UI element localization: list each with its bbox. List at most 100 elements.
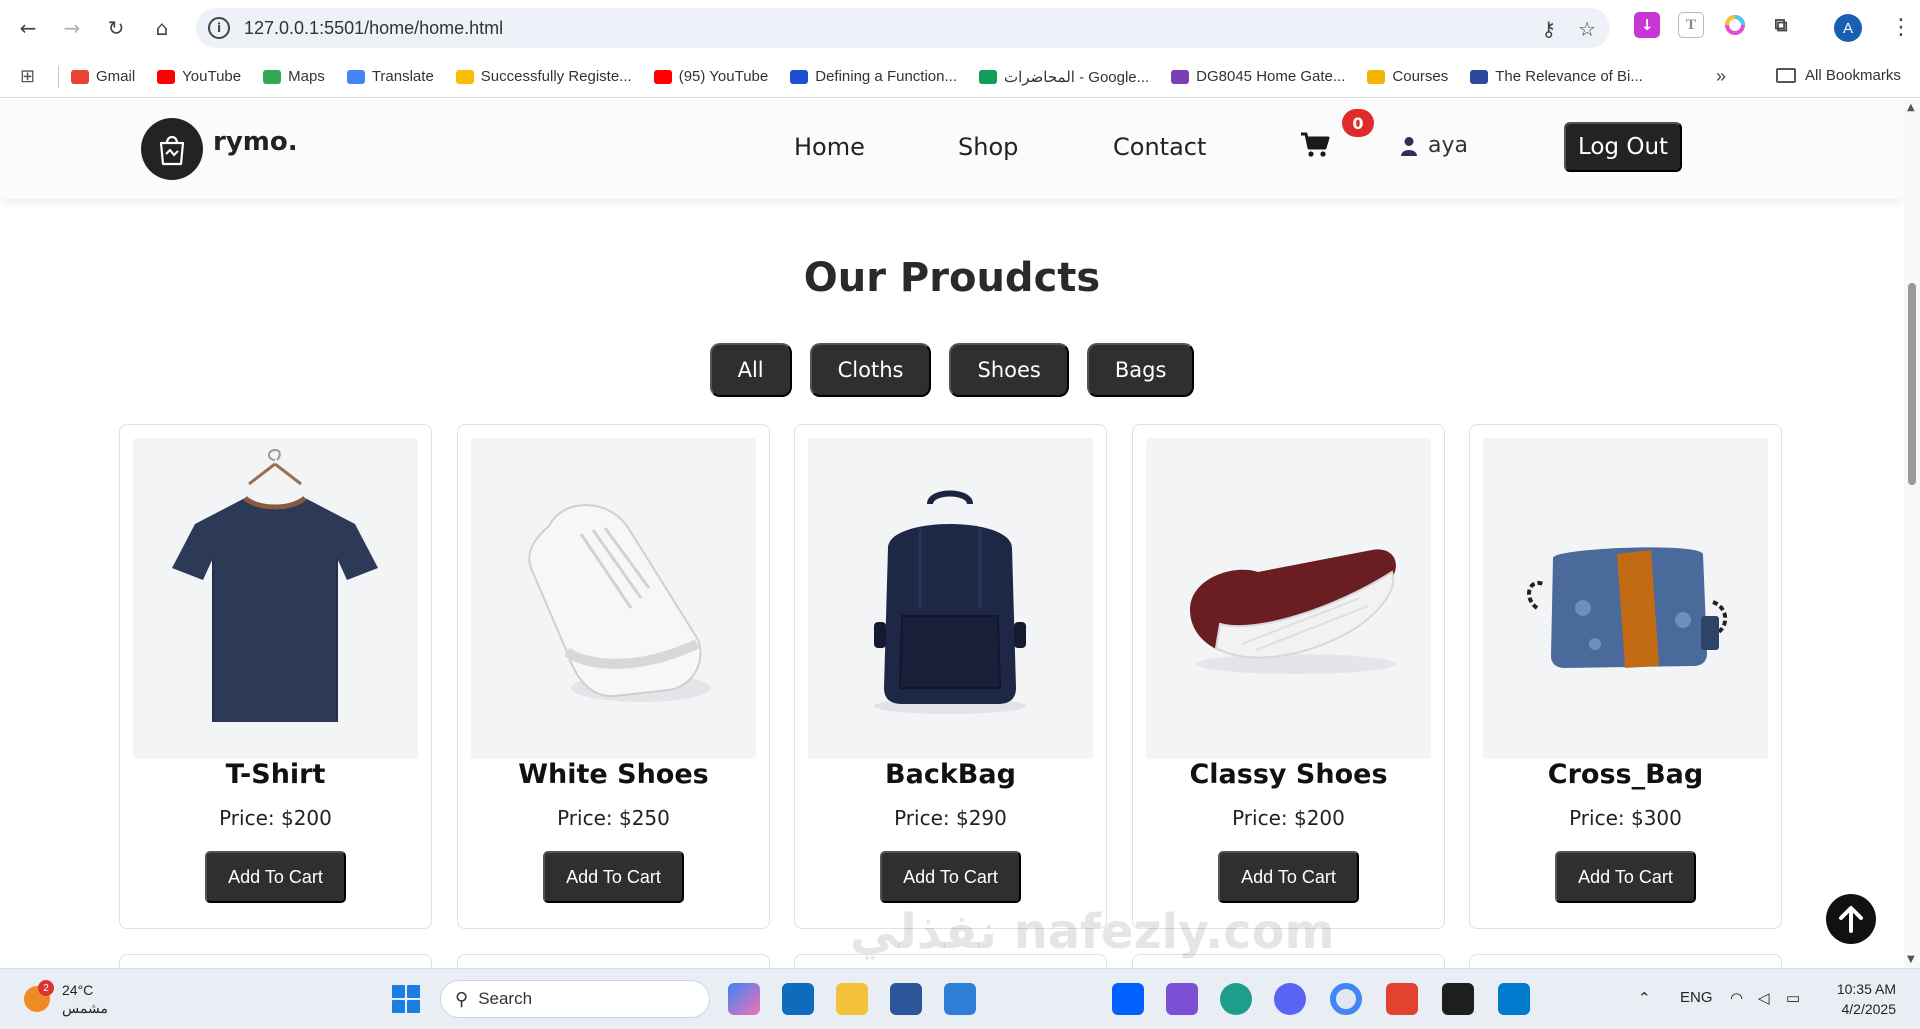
battery-icon[interactable]: ▭ — [1786, 989, 1800, 1007]
bookmarks-list: Gmail YouTube Maps Translate Successfully Re… — [71, 68, 1665, 86]
home-icon[interactable]: ⌂ — [142, 8, 182, 48]
add-to-cart-button[interactable]: Add To Cart — [205, 851, 346, 903]
bookmark-label: (95) YouTube — [678, 68, 769, 85]
product-card-partial — [457, 954, 770, 968]
filter-all[interactable]: All — [709, 343, 792, 397]
apps-grid-icon[interactable]: ⊞ — [20, 66, 44, 87]
bookmark-label: Defining a Function... — [815, 68, 957, 85]
user-account[interactable]: aya — [1400, 133, 1468, 158]
site-info-icon[interactable]: i — [208, 17, 230, 39]
nav-home[interactable]: Home — [794, 133, 865, 161]
bookmark-item[interactable]: (95) YouTube — [653, 68, 769, 85]
store-icon[interactable] — [944, 983, 976, 1015]
weather-desc: مشمس — [62, 1000, 108, 1016]
file-explorer-icon[interactable] — [836, 983, 868, 1015]
bookmark-item[interactable]: Gmail — [71, 68, 135, 85]
all-bookmarks-button[interactable]: All Bookmarks — [1776, 67, 1901, 84]
scroll-to-top-button[interactable] — [1826, 894, 1876, 944]
tray-chevron-icon[interactable]: ⌃ — [1638, 989, 1651, 1007]
bookmark-item[interactable]: Defining a Function... — [790, 68, 957, 85]
bookmark-item[interactable]: YouTube — [157, 68, 241, 85]
bookmarks-divider — [58, 65, 59, 88]
bookmark-item[interactable]: Successfully Registe... — [455, 68, 632, 85]
notification-badge: 2 — [38, 980, 54, 996]
start-logo-tile — [392, 1000, 405, 1013]
more-bookmarks-icon[interactable]: » — [1716, 66, 1726, 87]
visual-studio-icon[interactable] — [1166, 983, 1198, 1015]
product-name[interactable]: T-Shirt — [120, 759, 431, 790]
forward-icon[interactable]: → — [52, 8, 92, 48]
username: aya — [1428, 133, 1468, 158]
volume-icon[interactable]: ◁ — [1758, 989, 1770, 1007]
brand-name[interactable]: rymo. — [213, 127, 298, 157]
bookmark-item[interactable]: Maps — [263, 68, 325, 85]
bookmark-item[interactable]: Translate — [346, 68, 434, 85]
extensions-puzzle-icon[interactable]: ⧉ — [1768, 12, 1794, 38]
bookmark-favicon-icon — [71, 69, 89, 84]
cart-button[interactable] — [1300, 131, 1332, 163]
wifi-icon[interactable]: ◠ — [1730, 989, 1743, 1007]
terminal-icon[interactable] — [1442, 983, 1474, 1015]
discord-icon[interactable] — [1274, 983, 1306, 1015]
color-extension-icon[interactable] — [1722, 12, 1748, 38]
scroll-up-icon[interactable]: ▲ — [1907, 102, 1915, 113]
all-bookmarks-label: All Bookmarks — [1805, 67, 1901, 84]
product-card-partial — [119, 954, 432, 968]
taskbar-search[interactable]: ⚲ Search — [440, 980, 710, 1018]
address-bar[interactable]: i 127.0.0.1:5501/home/home.html ⚷ ☆ — [196, 8, 1610, 48]
add-to-cart-button[interactable]: Add To Cart — [880, 851, 1021, 903]
scrollbar-thumb[interactable] — [1908, 283, 1916, 485]
copilot-icon[interactable] — [728, 983, 760, 1015]
bookmark-label: DG8045 Home Gate... — [1196, 68, 1346, 85]
nav-shop[interactable]: Shop — [958, 133, 1018, 161]
sun-icon: 2 — [24, 980, 54, 1012]
logout-button[interactable]: Log Out — [1564, 122, 1682, 172]
language-indicator[interactable]: ENG — [1680, 989, 1713, 1006]
bookmark-star-icon[interactable]: ☆ — [1578, 17, 1596, 41]
bookmark-label: Gmail — [96, 68, 136, 85]
filter-bags[interactable]: Bags — [1086, 343, 1195, 397]
brand-logo[interactable] — [141, 118, 203, 180]
dropbox-icon[interactable] — [1112, 983, 1144, 1015]
filter-cloths[interactable]: Cloths — [809, 343, 932, 397]
filter-shoes[interactable]: Shoes — [949, 343, 1069, 397]
start-button[interactable] — [392, 985, 420, 1013]
bookmark-label: Translate — [371, 68, 434, 85]
watermark: نفذلي nafezly.com — [850, 904, 1335, 960]
back-icon[interactable]: ← — [8, 8, 48, 48]
word-icon[interactable] — [890, 983, 922, 1015]
weather-widget[interactable]: 2 24°C مشمس — [24, 980, 108, 1017]
bookmark-item[interactable]: DG8045 Home Gate... — [1171, 68, 1345, 85]
add-to-cart-button[interactable]: Add To Cart — [543, 851, 684, 903]
page-scrollbar[interactable]: ▲ ▼ — [1904, 99, 1920, 968]
product-name[interactable]: Cross_Bag — [1470, 759, 1781, 790]
outlook-icon[interactable] — [782, 983, 814, 1015]
user-icon — [1401, 136, 1417, 156]
taskbar: 2 24°C مشمس ⚲ Search ⌃ ENG ◠ ◁ ▭ 10:35 A… — [0, 968, 1920, 1029]
bookmark-label: المحاضرات - Google... — [1003, 68, 1150, 86]
bookmark-item[interactable]: المحاضرات - Google... — [978, 68, 1150, 86]
vscode-icon[interactable] — [1498, 983, 1530, 1015]
url-text[interactable]: 127.0.0.1:5501/home/home.html — [244, 18, 503, 39]
product-name[interactable]: BackBag — [795, 759, 1106, 790]
reload-icon[interactable]: ↻ — [96, 8, 136, 48]
product-name[interactable]: White Shoes — [458, 759, 769, 790]
folder-icon — [1776, 68, 1796, 83]
profile-avatar[interactable]: A — [1834, 14, 1862, 42]
password-key-icon[interactable]: ⚷ — [1541, 17, 1556, 41]
menu-kebab-icon[interactable]: ⋮ — [1890, 14, 1912, 42]
scroll-down-icon[interactable]: ▼ — [1907, 954, 1915, 965]
chrome-icon[interactable] — [1330, 983, 1362, 1015]
bookmark-item[interactable]: Courses — [1367, 68, 1448, 85]
category-filters: All Cloths Shoes Bags — [0, 343, 1904, 397]
add-to-cart-button[interactable]: Add To Cart — [1218, 851, 1359, 903]
nav-contact[interactable]: Contact — [1113, 133, 1206, 161]
bookmark-item[interactable]: The Relevance of Bi... — [1470, 68, 1643, 85]
add-to-cart-button[interactable]: Add To Cart — [1555, 851, 1696, 903]
text-extension-icon[interactable]: T — [1678, 12, 1704, 38]
edge-icon[interactable] — [1220, 983, 1252, 1015]
system-clock[interactable]: 10:35 AM 4/2/2025 — [1826, 979, 1896, 1019]
product-name[interactable]: Classy Shoes — [1133, 759, 1444, 790]
wps-office-icon[interactable] — [1386, 983, 1418, 1015]
download-extension-icon[interactable]: ↓ — [1634, 12, 1660, 38]
